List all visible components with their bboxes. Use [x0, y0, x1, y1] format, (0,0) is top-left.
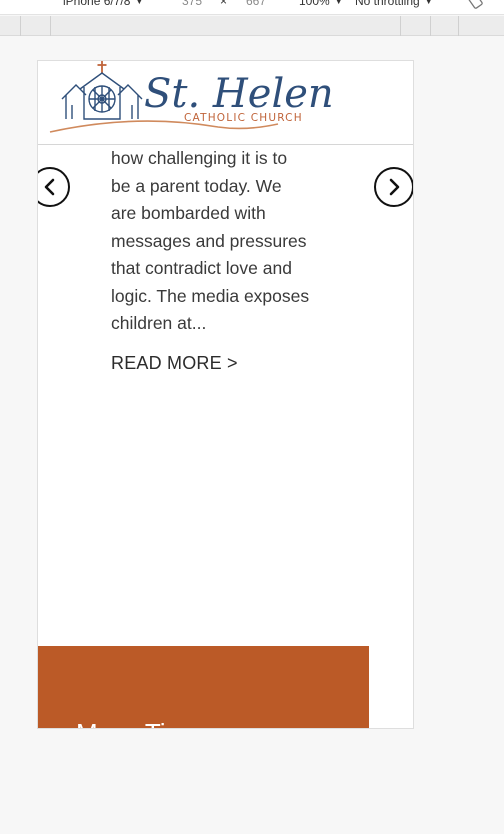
cross-icon: [97, 61, 107, 73]
logo-title: St. Helen: [144, 71, 334, 117]
ruler-segment: [458, 16, 459, 36]
section-title: Mass Times: [76, 718, 215, 728]
chevron-left-icon: [44, 178, 55, 196]
chevron-right-icon: [389, 178, 400, 196]
device-viewport[interactable]: St. Helen CATHOLIC CHURCH how challengin…: [37, 60, 414, 729]
slider-prev-button[interactable]: [38, 167, 70, 207]
width-input[interactable]: 375: [182, 0, 202, 8]
excerpt-line: be a parent today. We: [111, 175, 282, 196]
throttle-label: No throttling: [355, 0, 420, 8]
chevron-down-icon: ▼: [424, 0, 433, 6]
post-excerpt: how challenging it is to be a parent tod…: [111, 145, 343, 338]
zoom-select[interactable]: 100% ▼: [299, 0, 343, 8]
excerpt-line: logic. The media exposes: [111, 285, 310, 306]
ruler-segment: [50, 16, 51, 36]
device-select[interactable]: iPhone 6/7/8 ▼: [63, 0, 143, 8]
slider-next-button[interactable]: [374, 167, 413, 207]
excerpt-line: messages and pressures: [111, 230, 307, 251]
st-helen-logo[interactable]: St. Helen CATHOLIC CHURCH: [46, 61, 336, 141]
ruler-segment: [430, 16, 431, 36]
media-query-bar[interactable]: [0, 16, 504, 36]
read-more-link[interactable]: READ MORE >: [111, 353, 238, 374]
times-icon: ×: [220, 0, 228, 8]
site-header: St. Helen CATHOLIC CHURCH: [38, 61, 413, 145]
ruler-segment: [20, 16, 21, 36]
church-icon: [61, 72, 143, 120]
logo-subtitle: CATHOLIC CHURCH: [184, 112, 303, 124]
height-input[interactable]: 667: [246, 0, 266, 8]
excerpt-line: that contradict love and: [111, 258, 292, 278]
ruler-segment: [400, 16, 401, 36]
blog-slider: how challenging it is to be a parent tod…: [38, 145, 413, 645]
chevron-down-icon: ▼: [135, 0, 144, 6]
rotate-icon[interactable]: [468, 0, 484, 12]
excerpt-line: children at...: [111, 313, 207, 333]
throttle-select[interactable]: No throttling ▼: [355, 0, 433, 8]
mass-times-section: Mass Times: [38, 646, 369, 728]
devtools-device-toolbar: iPhone 6/7/8 ▼ 375 × 667 100% ▼ No throttl…: [0, 0, 504, 15]
chevron-down-icon: ▼: [334, 0, 343, 6]
device-label: iPhone 6/7/8: [63, 0, 131, 8]
zoom-label: 100%: [299, 0, 330, 8]
excerpt-line: how challenging it is to: [111, 148, 288, 168]
excerpt-line: are bombarded with: [111, 203, 266, 223]
